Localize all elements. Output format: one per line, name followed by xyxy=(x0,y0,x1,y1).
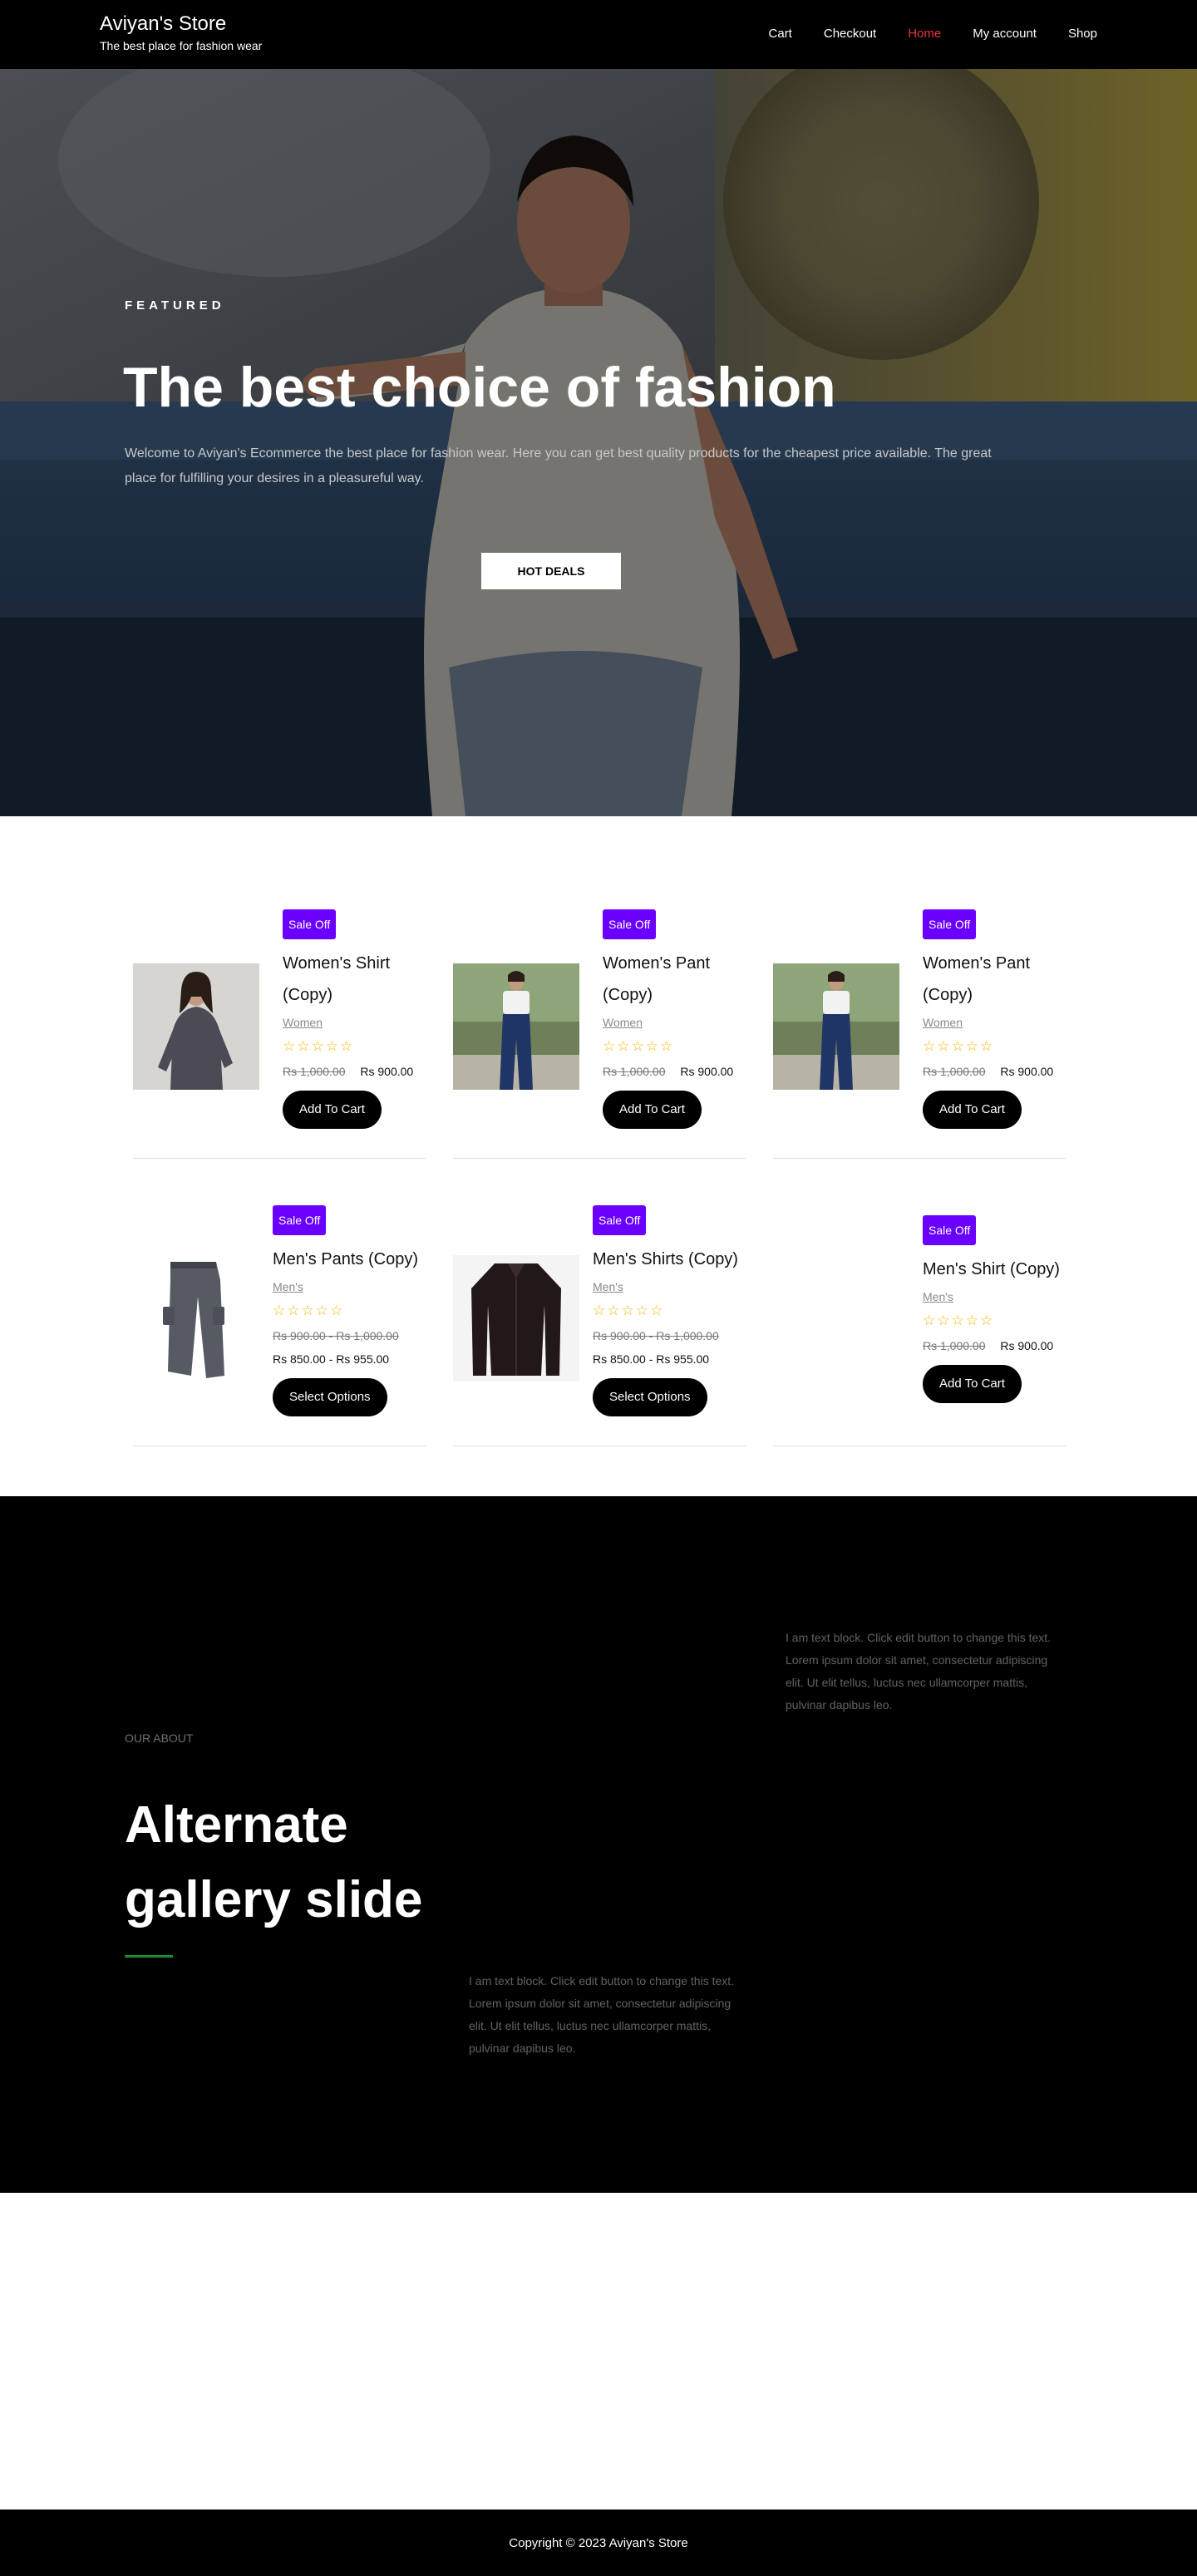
product-image[interactable] xyxy=(453,963,579,1090)
price-row: Rs 1,000.00 Rs 900.00 xyxy=(603,1062,761,1081)
sale-badge: Sale Off xyxy=(283,909,337,939)
regular-price: Rs 1,000.00 xyxy=(923,1065,986,1078)
add-to-cart-button[interactable]: Add To Cart xyxy=(923,1091,1022,1129)
price-row: Rs 1,000.00 Rs 900.00 xyxy=(923,1062,1072,1081)
sale-badge: Sale Off xyxy=(593,1205,647,1235)
about-eyebrow: OUR ABOUT xyxy=(125,1731,194,1745)
sale-badge: Sale Off xyxy=(923,909,977,939)
hero-section: FEATURED The best choice of fashion Welc… xyxy=(0,69,1197,816)
about-text-block: I am text block. Click edit button to ch… xyxy=(469,1974,735,2055)
regular-price-range: Rs 900.00 - Rs 1,000.00 xyxy=(593,1329,719,1342)
star-rating: ☆☆☆☆☆ xyxy=(283,1038,355,1054)
product-title[interactable]: Men's Shirts (Copy) xyxy=(593,1244,759,1275)
product-image[interactable] xyxy=(133,1255,259,1382)
nav-shop[interactable]: Shop xyxy=(1068,25,1097,43)
star-rating: ☆☆☆☆☆ xyxy=(593,1303,665,1318)
sale-badge: Sale Off xyxy=(273,1205,327,1235)
hero-description: Welcome to Aviyan's Ecommerce the best p… xyxy=(125,446,992,485)
sale-badge: Sale Off xyxy=(603,909,657,939)
product-card: Sale Off Men's Shirts (Copy) Men's ☆☆☆☆☆… xyxy=(453,1205,746,1446)
product-info: Sale Off Women's Shirt (Copy) Women ☆☆☆☆… xyxy=(283,909,441,1129)
sale-price-range: Rs 850.00 - Rs 955.00 xyxy=(273,1352,390,1366)
site-footer: Copyright © 2023 Aviyan's Store xyxy=(0,2510,1197,2576)
about-section: I am text block. Click edit button to ch… xyxy=(0,1496,1197,2193)
product-info: Sale Off Men's Shirts (Copy) Men's ☆☆☆☆☆… xyxy=(593,1205,759,1416)
product-title[interactable]: Women's Shirt (Copy) xyxy=(283,948,441,1011)
add-to-cart-button[interactable]: Add To Cart xyxy=(603,1091,702,1129)
product-category-link[interactable]: Men's xyxy=(923,1290,953,1303)
product-card: Sale Off Women's Shirt (Copy) Women ☆☆☆☆… xyxy=(133,909,426,1159)
product-card: Sale Off Women's Pant (Copy) Women ☆☆☆☆☆… xyxy=(453,909,746,1159)
about-text-block: I am text block. Click edit button to ch… xyxy=(786,1631,1052,1712)
hero-eyebrow: FEATURED xyxy=(125,298,225,313)
sale-price: Rs 900.00 xyxy=(680,1065,734,1078)
product-image[interactable] xyxy=(133,963,259,1090)
nav-home[interactable]: Home xyxy=(908,25,941,43)
product-image[interactable] xyxy=(453,1255,579,1382)
product-title[interactable]: Women's Pant (Copy) xyxy=(603,948,761,1011)
site-title-link[interactable]: Aviyan's Store xyxy=(100,12,226,35)
add-to-cart-button[interactable]: Add To Cart xyxy=(923,1365,1022,1403)
hero-title: The best choice of fashion xyxy=(123,356,836,419)
price-row: Rs 1,000.00 Rs 900.00 xyxy=(923,1337,1081,1355)
price-row: Rs 1,000.00 Rs 900.00 xyxy=(283,1062,441,1081)
product-title[interactable]: Women's Pant (Copy) xyxy=(923,948,1072,1011)
product-category-link[interactable]: Men's xyxy=(273,1280,303,1293)
site-header: Aviyan's Store The best place for fashio… xyxy=(0,0,1197,69)
main-nav: Cart Checkout Home My account Shop xyxy=(737,25,1097,43)
nav-cart[interactable]: Cart xyxy=(769,25,792,43)
product-title[interactable]: Men's Pants (Copy) xyxy=(273,1244,439,1275)
product-info: Sale Off Women's Pant (Copy) Women ☆☆☆☆☆… xyxy=(603,909,761,1129)
product-info: Sale Off Men's Shirt (Copy) Men's ☆☆☆☆☆ … xyxy=(923,1215,1081,1403)
product-category-link[interactable]: Women xyxy=(283,1016,323,1029)
product-image[interactable] xyxy=(773,963,899,1090)
product-card: Sale Off Men's Shirt (Copy) Men's ☆☆☆☆☆ … xyxy=(773,1215,1066,1446)
hot-deals-button[interactable]: HOT DEALS xyxy=(481,553,621,589)
regular-price: Rs 1,000.00 xyxy=(923,1339,986,1352)
sale-price: Rs 900.00 xyxy=(360,1065,414,1078)
sale-price: Rs 900.00 xyxy=(1000,1339,1054,1352)
add-to-cart-button[interactable]: Add To Cart xyxy=(283,1091,382,1129)
nav-checkout[interactable]: Checkout xyxy=(824,25,876,43)
select-options-button[interactable]: Select Options xyxy=(273,1378,387,1416)
star-rating: ☆☆☆☆☆ xyxy=(923,1038,995,1054)
about-title-line-2: gallery slide xyxy=(125,1871,423,1928)
about-divider xyxy=(125,1955,173,1958)
product-title[interactable]: Men's Shirt (Copy) xyxy=(923,1254,1081,1285)
regular-price: Rs 1,000.00 xyxy=(283,1065,346,1078)
select-options-button[interactable]: Select Options xyxy=(593,1378,707,1416)
copyright-text: Copyright © 2023 Aviyan's Store xyxy=(509,2535,688,2550)
product-category-link[interactable]: Women xyxy=(603,1016,643,1029)
nav-my-account[interactable]: My account xyxy=(973,25,1037,43)
regular-price: Rs 1,000.00 xyxy=(603,1065,666,1078)
product-card: Sale Off Women's Pant (Copy) Women ☆☆☆☆☆… xyxy=(773,909,1066,1159)
star-rating: ☆☆☆☆☆ xyxy=(923,1313,995,1328)
about-title: Alternate gallery slide xyxy=(125,1788,422,1938)
product-category-link[interactable]: Men's xyxy=(593,1280,623,1293)
star-rating: ☆☆☆☆☆ xyxy=(603,1038,675,1054)
product-info: Sale Off Women's Pant (Copy) Women ☆☆☆☆☆… xyxy=(923,909,1072,1129)
sale-badge: Sale Off xyxy=(923,1215,977,1245)
sale-price-range: Rs 850.00 - Rs 955.00 xyxy=(593,1352,710,1366)
sale-price: Rs 900.00 xyxy=(1000,1065,1054,1078)
product-category-link[interactable]: Women xyxy=(923,1016,963,1029)
product-info: Sale Off Men's Pants (Copy) Men's ☆☆☆☆☆ … xyxy=(273,1205,439,1416)
product-card: Sale Off Men's Pants (Copy) Men's ☆☆☆☆☆ … xyxy=(133,1205,426,1446)
about-title-line-1: Alternate xyxy=(125,1796,348,1854)
brand: Aviyan's Store The best place for fashio… xyxy=(100,12,262,54)
star-rating: ☆☆☆☆☆ xyxy=(273,1303,345,1318)
regular-price-range: Rs 900.00 - Rs 1,000.00 xyxy=(273,1329,399,1342)
site-tagline: The best place for fashion wear xyxy=(100,39,263,52)
